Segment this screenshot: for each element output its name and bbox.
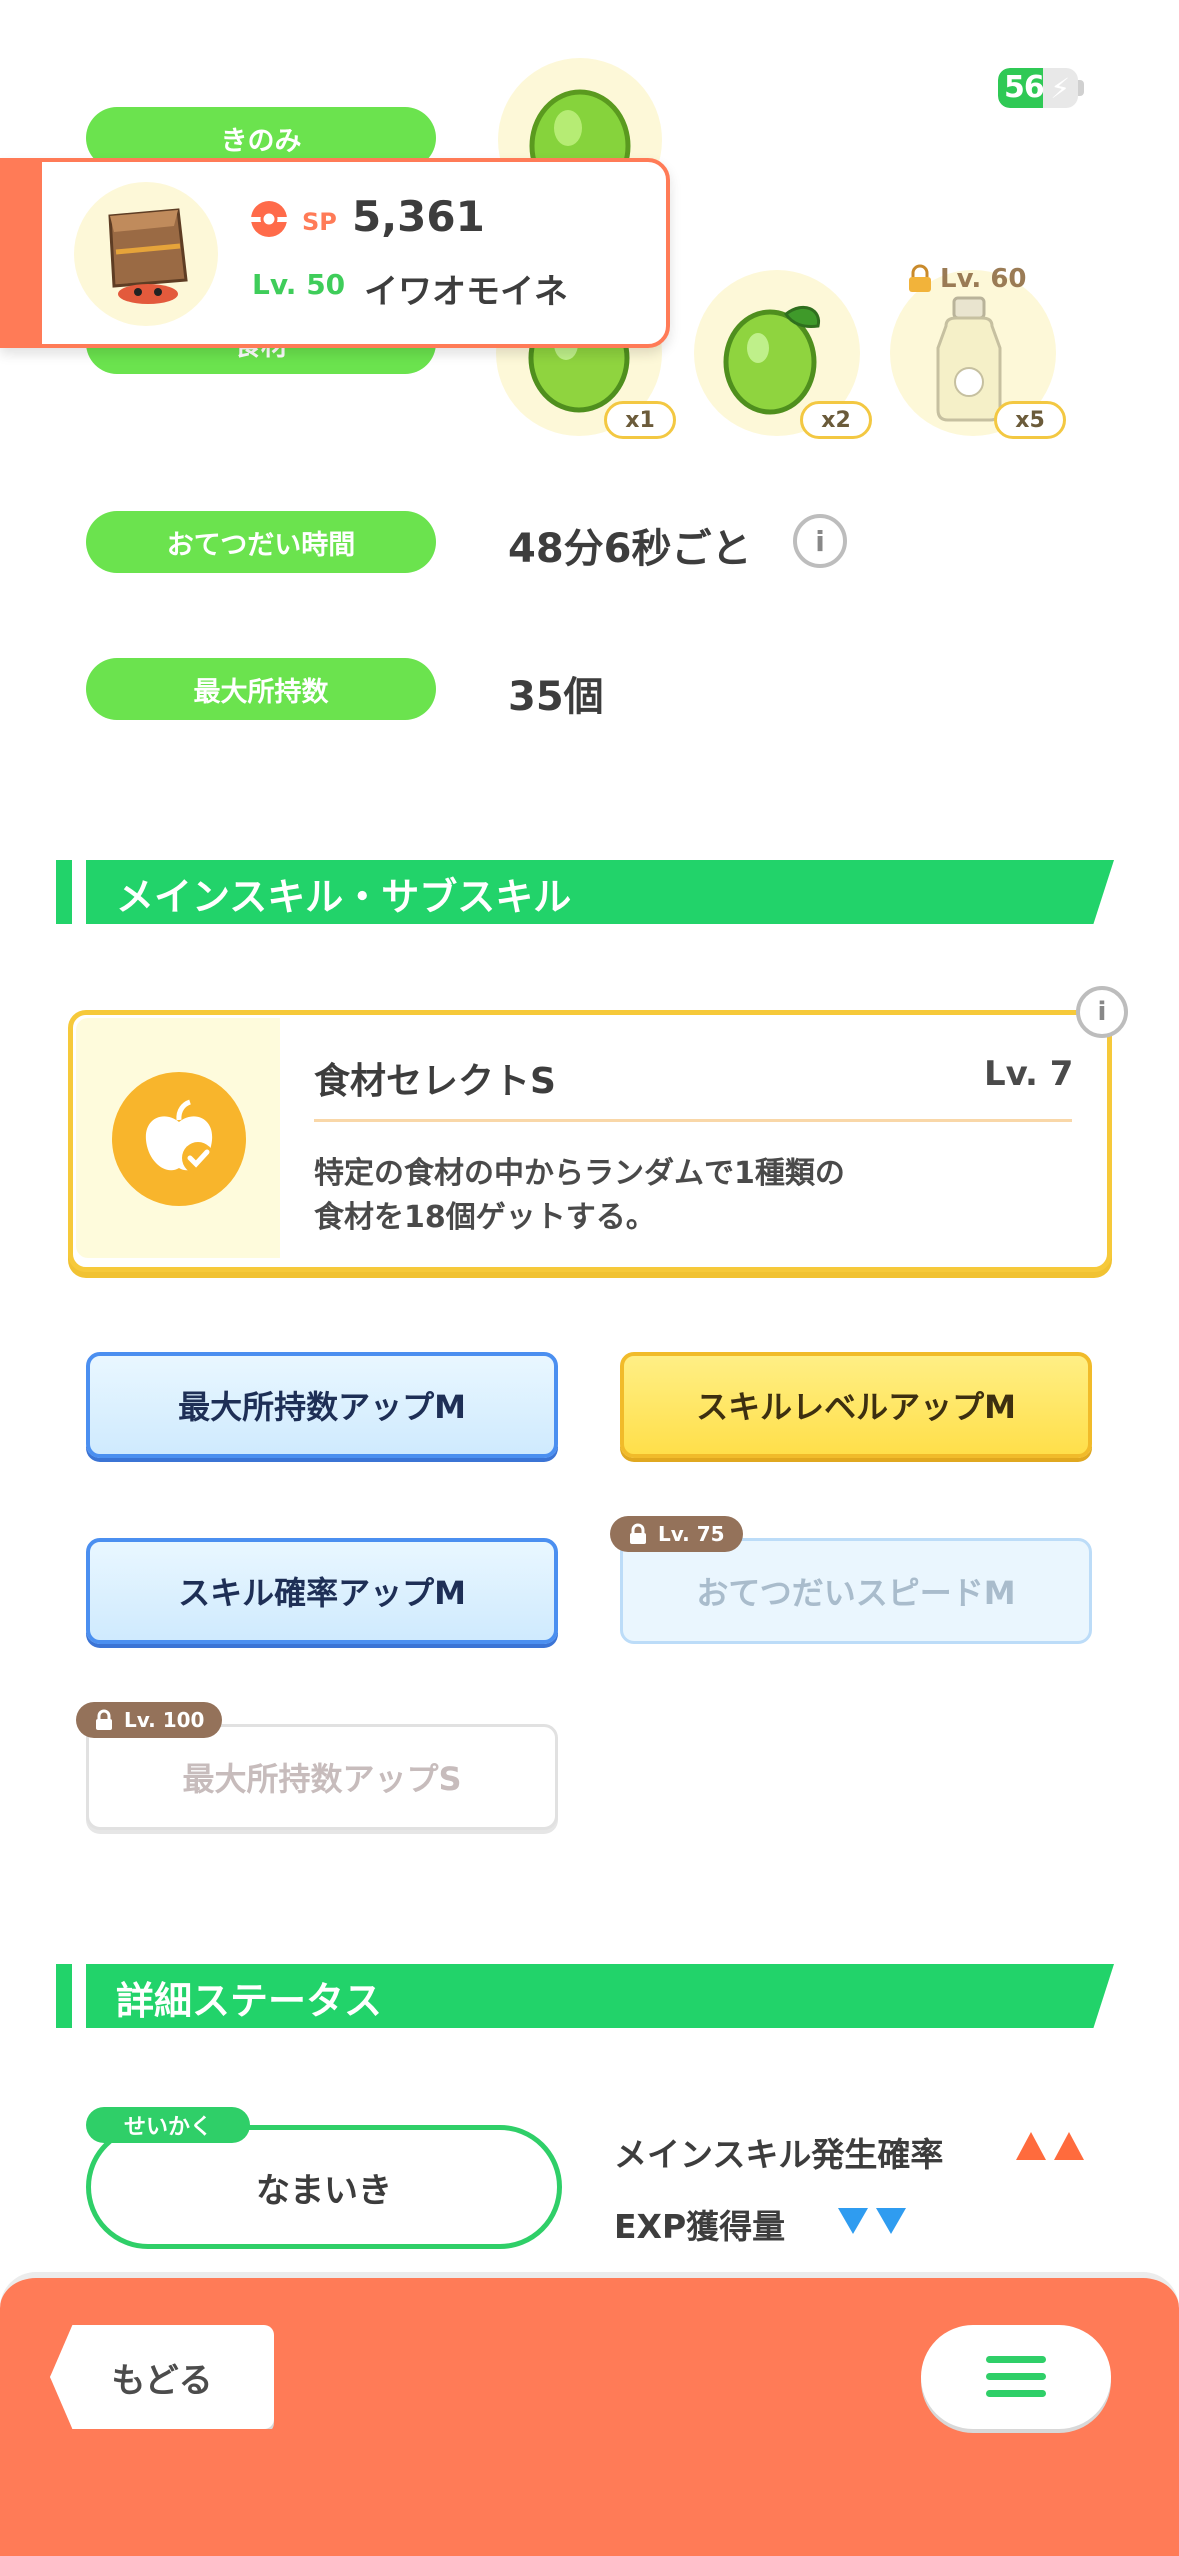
charging-bolt-icon: ⚡ bbox=[1050, 72, 1070, 105]
berry-label: きのみ bbox=[220, 125, 302, 157]
stat-up-arrows-icon bbox=[1016, 2132, 1084, 2160]
nature-down-stat: EXP獲得量 bbox=[614, 2207, 786, 2246]
details-section-tick bbox=[56, 1964, 72, 2028]
main-skill-name: 食材セレクトS bbox=[314, 1061, 556, 1102]
lock-icon bbox=[96, 1709, 112, 1730]
nature-up-stat: メインスキル発生確率 bbox=[614, 2135, 944, 2174]
menu-button[interactable] bbox=[921, 2325, 1111, 2429]
max-carry-value: 35個 bbox=[508, 674, 604, 720]
sub-skill-2[interactable]: スキルレベルアップM bbox=[620, 1352, 1092, 1458]
sub-skill-3-label: スキル確率アップM bbox=[178, 1574, 466, 1612]
ingredient-count-1: x1 bbox=[604, 401, 676, 439]
max-carry-label: 最大所持数 bbox=[193, 676, 329, 708]
battery-indicator: 56 ⚡ bbox=[998, 68, 1078, 108]
pokemon-level: Lv. 50 bbox=[252, 268, 346, 301]
sub-skill-2-label: スキルレベルアップM bbox=[696, 1388, 1016, 1426]
sub-skill-4-lock-level: Lv. 75 bbox=[658, 1522, 725, 1546]
sp-value: 5,361 bbox=[352, 192, 485, 241]
main-skill-level: Lv. 7 bbox=[984, 1054, 1074, 1094]
skills-section-title: メインスキル・サブスキル bbox=[116, 875, 572, 919]
stat-down-arrows-icon bbox=[838, 2208, 906, 2234]
back-button-label: もどる bbox=[111, 2360, 213, 2401]
ingredient-count-2: x2 bbox=[800, 401, 872, 439]
skills-section-tick bbox=[56, 860, 72, 924]
sub-skill-3[interactable]: スキル確率アップM bbox=[86, 1538, 558, 1644]
sp-label: SP bbox=[302, 208, 337, 236]
main-skill-info-icon[interactable]: i bbox=[1076, 986, 1128, 1038]
nature-value: なまいき bbox=[256, 2170, 392, 2211]
ingredient-count-3: x5 bbox=[994, 401, 1066, 439]
sub-skill-4-label: おてつだいスピードM bbox=[696, 1574, 1016, 1612]
sp-ball-icon bbox=[251, 201, 287, 237]
hamburger-menu-icon bbox=[986, 2356, 1046, 2397]
pokemon-sprite-icon bbox=[108, 208, 188, 304]
nature-tag: せいかく bbox=[86, 2107, 250, 2143]
help-time-info-icon[interactable]: i bbox=[793, 514, 847, 568]
ingredient-lock-3: Lv. 60 bbox=[906, 264, 1027, 294]
ingredient-select-icon bbox=[145, 1099, 214, 1174]
max-carry-label-pill: 最大所持数 bbox=[86, 658, 436, 720]
sub-skill-4-lock-tag: Lv. 75 bbox=[610, 1516, 743, 1552]
sub-skill-1-label: 最大所持数アップM bbox=[178, 1388, 466, 1426]
lock-icon bbox=[909, 264, 931, 292]
help-time-value: 48分6秒ごと bbox=[508, 526, 752, 572]
pokemon-card-accent bbox=[0, 158, 42, 348]
sub-skill-4[interactable]: おてつだいスピードM bbox=[620, 1538, 1092, 1644]
sub-skill-1[interactable]: 最大所持数アップM bbox=[86, 1352, 558, 1458]
main-skill-badge bbox=[112, 1072, 246, 1206]
back-button[interactable]: もどる bbox=[50, 2325, 274, 2429]
sub-skill-5-label: 最大所持数アップS bbox=[182, 1760, 462, 1798]
sub-skill-5[interactable]: 最大所持数アップS bbox=[86, 1724, 558, 1830]
lock-icon bbox=[630, 1523, 646, 1544]
main-skill-divider bbox=[314, 1119, 1072, 1122]
pokemon-avatar bbox=[74, 182, 218, 326]
main-skill-desc-line2: 食材を18個ゲットする。 bbox=[314, 1200, 656, 1235]
details-section-title: 詳細ステータス bbox=[116, 1979, 383, 2023]
help-time-label: おてつだい時間 bbox=[166, 529, 356, 561]
main-skill-desc-line1: 特定の食材の中からランダムで1種類の bbox=[314, 1156, 845, 1191]
ingredient-lock-level: Lv. 60 bbox=[940, 264, 1027, 294]
help-time-label-pill: おてつだい時間 bbox=[86, 511, 436, 573]
battery-level: 56 bbox=[1004, 70, 1045, 105]
sub-skill-5-lock-level: Lv. 100 bbox=[124, 1708, 205, 1732]
pokemon-name: イワオモイネ bbox=[364, 272, 568, 312]
sub-skill-5-lock-tag: Lv. 100 bbox=[76, 1702, 223, 1738]
battery-nub bbox=[1078, 80, 1084, 96]
nature-box[interactable]: なまいき bbox=[86, 2125, 562, 2249]
